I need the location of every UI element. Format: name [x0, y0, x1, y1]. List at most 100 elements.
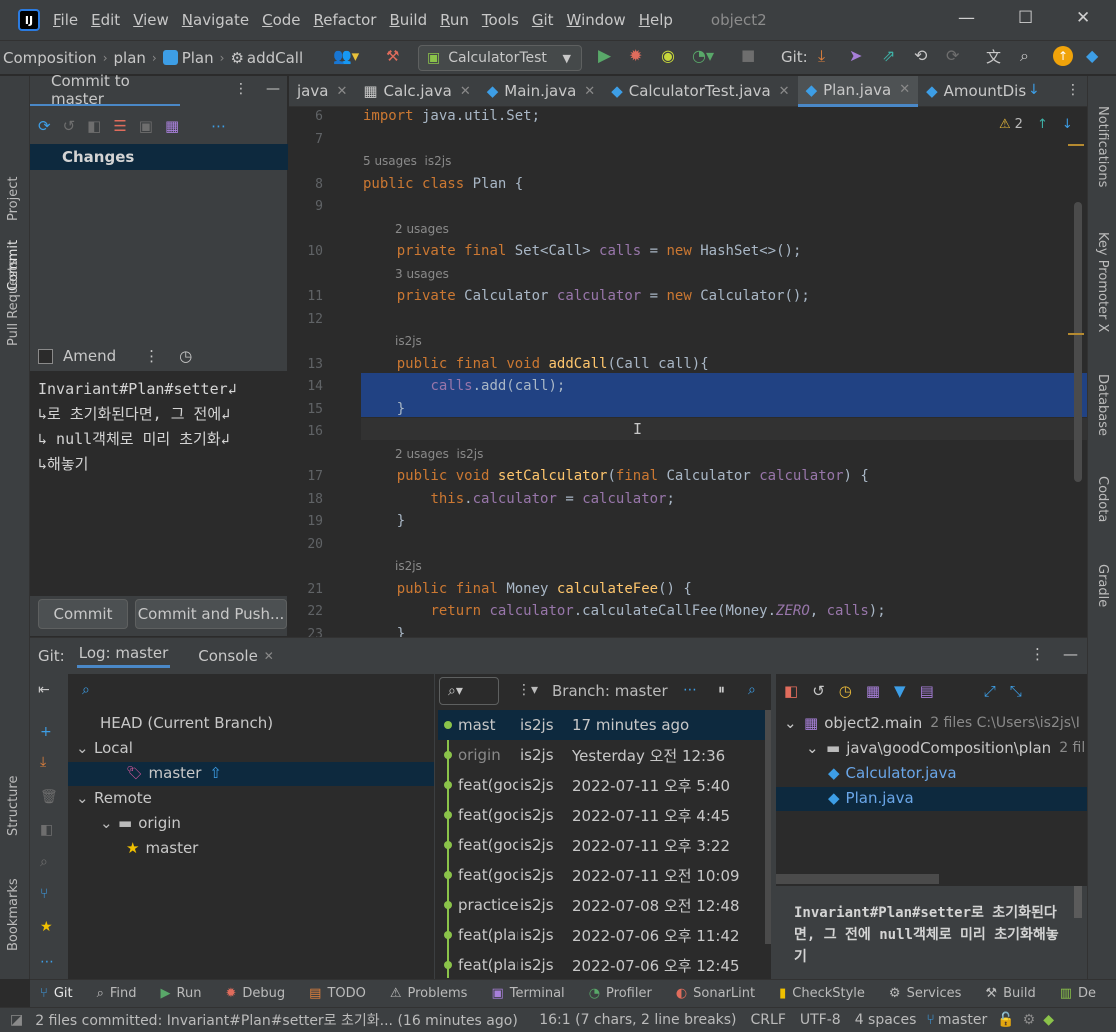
rollback-icon[interactable]: ⟳: [946, 46, 959, 65]
maximize-icon[interactable]: ☐: [1018, 8, 1033, 28]
code-line[interactable]: public void setCalculator(final Calculat…: [363, 468, 869, 484]
lock-icon[interactable]: 🔓: [997, 1012, 1014, 1028]
caret-position[interactable]: 16:1 (7 chars, 2 line breaks): [539, 1012, 736, 1028]
commit-panel-title[interactable]: Commit to master: [30, 72, 180, 108]
menu-edit[interactable]: Edit: [91, 11, 120, 29]
search-icon[interactable]: ⌕: [82, 682, 90, 698]
notifications-tool-tab[interactable]: Notifications: [1095, 106, 1110, 187]
expand-arrow-icon[interactable]: ⌄: [100, 814, 118, 832]
menu-file[interactable]: File: [53, 11, 78, 29]
tab-options-icon[interactable]: ⋮: [1066, 82, 1080, 98]
run-configuration-select[interactable]: ▣ CalculatorTest ▼: [418, 45, 582, 71]
tab-list-down-icon[interactable]: ↓: [1028, 82, 1040, 98]
log-row[interactable]: feat(goc is2js 2022-07-11 오후 5:40: [438, 770, 768, 800]
editor-scrollbar[interactable]: [1074, 202, 1082, 482]
branch-node[interactable]: ⌄ Local: [76, 739, 133, 757]
menu-git[interactable]: Git: [532, 11, 554, 29]
tool-window-git[interactable]: ⑂ Git: [40, 986, 73, 1001]
filter-icon[interactable]: ▼: [894, 682, 906, 700]
build-hammer-icon[interactable]: ⚒: [386, 47, 399, 65]
close-tab-icon[interactable]: ✕: [336, 84, 347, 99]
run-icon[interactable]: ▶: [598, 46, 611, 66]
history-icon[interactable]: ⟲: [914, 46, 927, 65]
commit-options-icon[interactable]: ⋮: [144, 347, 159, 365]
log-search-input[interactable]: ⌕▾: [439, 677, 499, 705]
code-line[interactable]: public final void addCall(Call call){: [363, 356, 709, 372]
revert-icon[interactable]: ↺: [812, 682, 825, 700]
close-tab-icon[interactable]: ✕: [779, 84, 790, 99]
log-row[interactable]: feat(goc is2js 2022-07-11 오후 4:45: [438, 800, 768, 830]
settings-icon[interactable]: ⚙: [1023, 1012, 1036, 1028]
stop-icon[interactable]: ■: [741, 46, 755, 64]
log-row[interactable]: feat(goc is2js 2022-07-11 오후 3:22: [438, 830, 768, 860]
tool-window-services[interactable]: ⚙ Services: [889, 986, 961, 1001]
update-icon[interactable]: ⤓: [40, 754, 46, 770]
rollback-icon[interactable]: ↺: [63, 117, 76, 135]
branch-node[interactable]: ★ master: [124, 839, 198, 857]
more-filters-icon[interactable]: ⋯: [683, 682, 697, 698]
translate-icon[interactable]: 文: [986, 46, 1001, 67]
git-push-icon[interactable]: ➤: [849, 46, 862, 65]
menu-window[interactable]: Window: [567, 11, 626, 29]
code-line[interactable]: }: [363, 513, 405, 529]
code-vision-hint[interactable]: 5 usages is2js: [363, 154, 451, 168]
tab-amountdis[interactable]: ◆ AmountDis: [918, 76, 1034, 107]
hide-panel-icon[interactable]: —: [266, 81, 280, 97]
codota-tool-tab[interactable]: Codota: [1095, 476, 1110, 522]
close-tab-icon[interactable]: ✕: [899, 82, 910, 97]
options-icon[interactable]: ⋮: [1030, 645, 1045, 663]
profile-icon[interactable]: ◔▾: [692, 46, 714, 65]
search-icon[interactable]: ⌕: [748, 682, 756, 698]
shelve-icon[interactable]: ▣: [139, 117, 153, 135]
changelist-icon[interactable]: ☰: [113, 117, 126, 135]
menu-code[interactable]: Code: [262, 11, 300, 29]
search-icon[interactable]: ⌕: [40, 854, 48, 870]
tab-java[interactable]: java ✕: [289, 76, 355, 107]
code-line[interactable]: }: [363, 401, 405, 417]
menu-help[interactable]: Help: [639, 11, 673, 29]
code-vision-hint[interactable]: is2js: [395, 334, 422, 348]
users-icon[interactable]: 👥▾: [333, 47, 359, 65]
codota-icon[interactable]: ◆: [1086, 46, 1098, 65]
changed-file-node[interactable]: ◆ Calculator.java: [828, 764, 957, 782]
tool-window-run[interactable]: ▶ Run: [161, 986, 202, 1001]
code-editor[interactable]: 6 import java.util.Set; 7 5 usages is2js 8 pu…: [289, 107, 1087, 637]
log-scrollbar[interactable]: [765, 710, 771, 944]
key-promoter-tool-tab[interactable]: Key Promoter X: [1095, 232, 1110, 332]
details-hscrollbar[interactable]: [776, 874, 939, 884]
expand-arrow-icon[interactable]: ⌄: [76, 739, 94, 757]
changes-node[interactable]: Changes: [30, 144, 288, 170]
message-scrollbar[interactable]: [1074, 886, 1082, 918]
breadcrumb-plan-class[interactable]: Plan: [182, 49, 214, 67]
expand-arrow-icon[interactable]: ⌄: [806, 739, 826, 757]
compare-icon[interactable]: ◧: [40, 822, 53, 838]
codota-status-icon[interactable]: ◆: [1043, 1012, 1054, 1028]
code-line[interactable]: private final Set<Call> calls = new Hash…: [363, 243, 802, 259]
debug-icon[interactable]: ✹: [629, 46, 642, 65]
diff-icon[interactable]: ◧: [784, 682, 798, 700]
log-row[interactable]: feat(goc is2js 2022-07-11 오전 10:09: [438, 860, 768, 890]
tab-calculatortest-java[interactable]: ◆ CalculatorTest.java ✕: [603, 76, 797, 107]
code-line[interactable]: public final Money calculateFee() {: [363, 581, 692, 597]
commit-and-push-button[interactable]: Commit and Push...: [135, 599, 287, 629]
warning-stripe[interactable]: [1068, 144, 1084, 146]
tool-window-checkstyle[interactable]: ▮ CheckStyle: [779, 986, 865, 1001]
bookmarks-tool-tab[interactable]: Bookmarks: [6, 878, 21, 951]
branch-graph-icon[interactable]: ⑂: [40, 886, 48, 902]
tool-window-terminal[interactable]: ▣ Terminal: [491, 986, 564, 1001]
group-by-icon[interactable]: ▦: [165, 117, 179, 135]
layout-icon[interactable]: ◪: [10, 1012, 23, 1028]
menu-refactor[interactable]: Refactor: [314, 11, 377, 29]
tool-window-profiler[interactable]: ◔ Profiler: [589, 986, 652, 1001]
project-tool-tab[interactable]: Project: [6, 177, 21, 221]
favorite-icon[interactable]: ★: [40, 919, 53, 935]
code-vision-hint[interactable]: 3 usages: [395, 267, 449, 281]
diff-icon[interactable]: ◧: [87, 117, 101, 135]
code-line[interactable]: calls.add(call);: [363, 378, 565, 394]
amend-checkbox[interactable]: [38, 348, 53, 364]
tool-window-todo[interactable]: ▤ TODO: [309, 986, 366, 1001]
hide-icon[interactable]: —: [1063, 645, 1078, 663]
inspection-widget[interactable]: ⚠ 2 ↑ ↓: [999, 117, 1073, 132]
previous-highlight-icon[interactable]: ↑: [1037, 117, 1048, 132]
close-tab-icon[interactable]: ✕: [584, 84, 595, 99]
